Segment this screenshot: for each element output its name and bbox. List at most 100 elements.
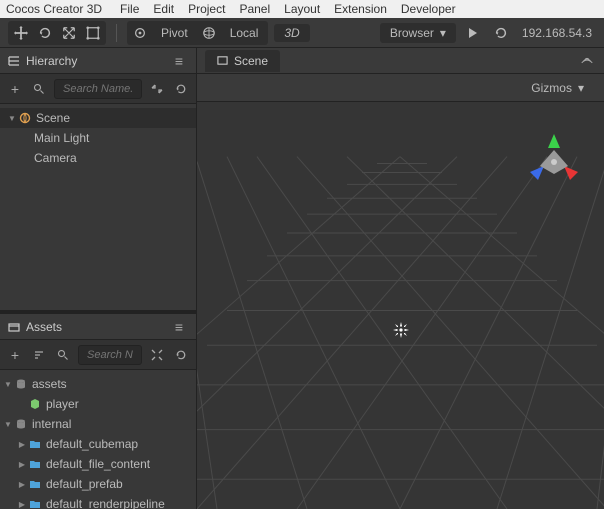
projection-toggle[interactable]: 3D [274,24,309,42]
hierarchy-header: Hierarchy ≡ [0,48,196,74]
assets-node[interactable]: ▶ default_renderpipeline [0,494,196,509]
hierarchy-add-button[interactable]: + [6,80,24,98]
menu-project[interactable]: Project [188,2,225,16]
menu-developer[interactable]: Developer [401,2,456,16]
scene-header: Scene [197,48,604,74]
assets-sort-button[interactable] [30,346,48,364]
chevron-down-icon: ▾ [578,81,584,95]
scene-settings-icon[interactable] [578,52,596,70]
scale-tool-button[interactable] [58,23,80,43]
hierarchy-node[interactable]: Main Light [0,128,196,148]
hierarchy-tree: ▼ Scene Main Light Camera [0,104,196,310]
menu-file[interactable]: File [120,2,139,16]
assets-search-input[interactable] [78,345,142,365]
assets-root-internal[interactable]: ▼ internal [0,414,196,434]
assets-node-label: default_cubemap [46,437,138,451]
transform-tools [8,21,106,45]
left-column: Hierarchy ≡ + ▼ Scene [0,48,197,509]
caret-down-icon[interactable]: ▼ [2,380,14,389]
folder-icon [28,457,42,471]
assets-node[interactable]: player [0,394,196,414]
local-label[interactable]: Local [222,26,267,40]
menu-layout[interactable]: Layout [284,2,320,16]
pivot-group: Pivot Local [127,21,268,45]
light-gizmo[interactable] [392,321,410,339]
scene-viewport[interactable] [197,102,604,509]
assets-search-icon[interactable] [54,346,72,364]
hierarchy-node-label: Main Light [34,131,89,145]
caret-right-icon[interactable]: ▶ [16,460,28,469]
assets-node-label: default_file_content [46,457,150,471]
assets-title: Assets [26,320,62,334]
hierarchy-search-icon[interactable] [30,80,48,98]
hierarchy-search-input[interactable] [54,79,142,99]
scene-icon [18,111,32,125]
prefab-icon [28,397,42,411]
scene-panel: Scene Gizmos ▾ [197,48,604,509]
hierarchy-toolbar: + [0,74,196,104]
hierarchy-panel: Hierarchy ≡ + ▼ Scene [0,48,196,310]
menu-bar: Cocos Creator 3D File Edit Project Panel… [0,0,604,18]
scene-tab-label: Scene [234,54,268,68]
menu-edit[interactable]: Edit [153,2,174,16]
database-icon [14,417,28,431]
gizmos-label: Gizmos [531,81,572,95]
assets-node-label: internal [32,417,71,431]
hierarchy-node-label: Camera [34,151,77,165]
hierarchy-menu-icon[interactable]: ≡ [170,52,188,70]
database-icon [14,377,28,391]
menu-panel[interactable]: Panel [239,2,270,16]
hierarchy-refresh-button[interactable] [172,80,190,98]
caret-down-icon[interactable]: ▼ [2,420,14,429]
preview-target-label: Browser [390,26,434,40]
preview-target-dropdown[interactable]: Browser ▾ [380,23,456,43]
rotate-tool-button[interactable] [34,23,56,43]
assets-root-assets[interactable]: ▼ assets [0,374,196,394]
assets-node-label: default_prefab [46,477,123,491]
caret-right-icon[interactable]: ▶ [16,440,28,449]
assets-refresh-button[interactable] [172,346,190,364]
anchor-icon[interactable] [129,23,151,43]
assets-node[interactable]: ▶ default_file_content [0,454,196,474]
preview-ip: 192.168.54.3 [518,26,596,40]
hierarchy-title: Hierarchy [26,54,77,68]
axis-gizmo[interactable] [524,132,584,192]
hierarchy-icon [8,55,20,67]
folder-icon [28,497,42,509]
hierarchy-node[interactable]: Camera [0,148,196,168]
assets-node-label: player [46,397,79,411]
menu-extension[interactable]: Extension [334,2,387,16]
main-toolbar: Pivot Local 3D Browser ▾ 192.168.54.3 [0,18,604,48]
assets-node-label: default_renderpipeline [46,497,165,509]
caret-right-icon[interactable]: ▶ [16,500,28,509]
scene-tab-icon [217,55,228,66]
caret-down-icon[interactable]: ▼ [6,114,18,123]
globe-icon[interactable] [198,23,220,43]
scene-tab[interactable]: Scene [205,50,280,72]
assets-node[interactable]: ▶ default_prefab [0,474,196,494]
move-tool-button[interactable] [10,23,32,43]
hierarchy-node-label: Scene [36,111,70,125]
assets-collapse-button[interactable] [148,346,166,364]
assets-node-label: assets [32,377,67,391]
assets-node[interactable]: ▶ default_cubemap [0,434,196,454]
hierarchy-collapse-button[interactable] [148,80,166,98]
projection-label: 3D [276,26,307,40]
chevron-down-icon: ▾ [440,26,446,40]
caret-right-icon[interactable]: ▶ [16,480,28,489]
assets-toolbar: + [0,340,196,370]
refresh-button[interactable] [490,23,512,43]
assets-menu-icon[interactable]: ≡ [170,318,188,336]
scene-toolbar: Gizmos ▾ [197,74,604,102]
gizmos-dropdown[interactable]: Gizmos ▾ [521,78,594,98]
assets-panel: Assets ≡ + ▼ assets [0,314,196,509]
assets-icon [8,321,20,333]
hierarchy-node-scene[interactable]: ▼ Scene [0,108,196,128]
pivot-label[interactable]: Pivot [153,26,196,40]
app-title: Cocos Creator 3D [6,2,102,16]
folder-icon [28,437,42,451]
assets-add-button[interactable]: + [6,346,24,364]
assets-header: Assets ≡ [0,314,196,340]
rect-tool-button[interactable] [82,23,104,43]
play-button[interactable] [462,23,484,43]
